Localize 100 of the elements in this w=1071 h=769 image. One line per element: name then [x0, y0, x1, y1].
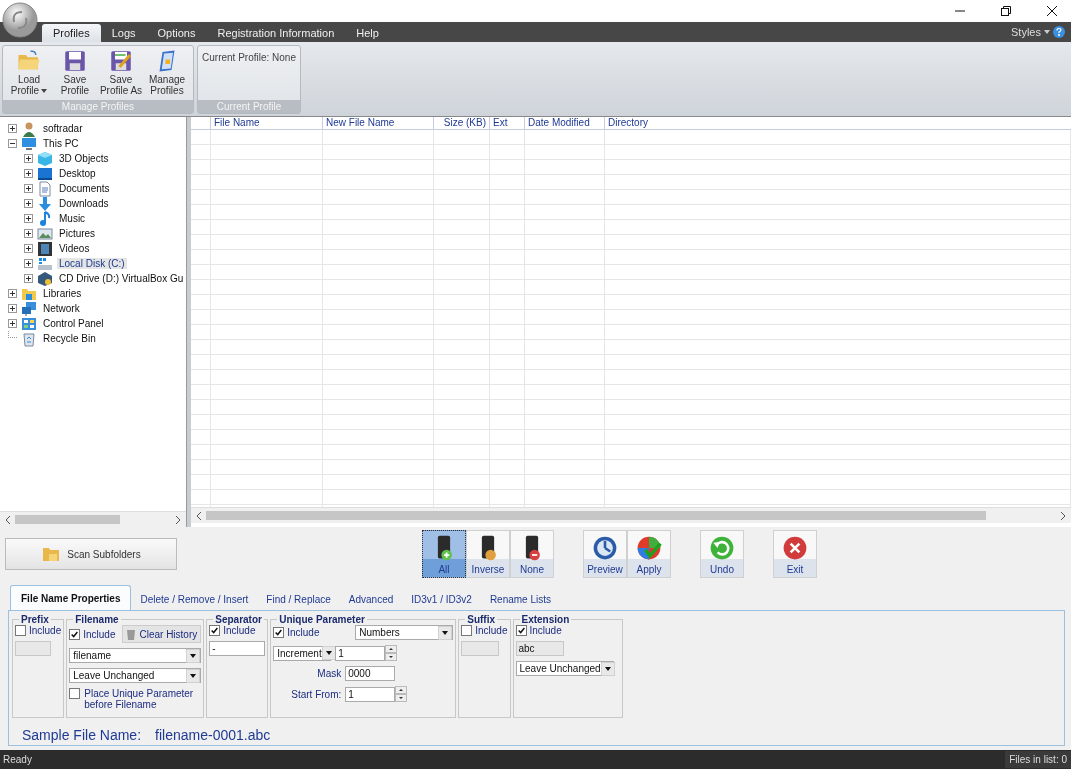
- ribbon-button[interactable]: Save Profile As: [98, 48, 144, 100]
- tree-item[interactable]: This PC: [41, 138, 81, 149]
- collapse-icon[interactable]: [8, 139, 17, 148]
- tab[interactable]: Delete / Remove / Insert: [131, 588, 258, 610]
- app-menu-button[interactable]: [2, 2, 38, 38]
- expand-icon[interactable]: [8, 304, 17, 313]
- expand-icon[interactable]: [24, 274, 33, 283]
- column-header[interactable]: New File Name: [323, 117, 434, 129]
- caret-icon: [438, 625, 453, 640]
- expand-icon[interactable]: [24, 244, 33, 253]
- scroll-right-icon[interactable]: [1059, 511, 1067, 520]
- tab[interactable]: File Name Properties: [10, 585, 132, 610]
- ribbon-tab[interactable]: Registration Information: [206, 24, 346, 42]
- expand-icon[interactable]: [24, 154, 33, 163]
- toolbar-button[interactable]: Preview: [583, 530, 627, 578]
- toolbar-button[interactable]: All: [422, 530, 466, 578]
- spin-field[interactable]: 1: [345, 686, 396, 702]
- tree-item[interactable]: CD Drive (D:) VirtualBox Gu: [57, 273, 186, 284]
- mask-field[interactable]: 0000: [345, 666, 396, 681]
- scan-subfolders-button[interactable]: Scan Subfolders: [5, 538, 177, 570]
- column-header[interactable]: File Name: [211, 117, 323, 129]
- expand-icon[interactable]: [8, 124, 17, 133]
- computer-icon: [21, 135, 37, 152]
- checkbox[interactable]: [461, 625, 473, 636]
- ribbon-tab[interactable]: Help: [345, 24, 390, 42]
- ribbon-button[interactable]: Load Profile: [6, 48, 52, 100]
- tab[interactable]: Find / Replace: [257, 588, 340, 610]
- toolbar-button[interactable]: Inverse: [466, 530, 510, 578]
- tree-item[interactable]: softradar: [41, 123, 85, 134]
- checkbox[interactable]: [69, 688, 81, 699]
- tab[interactable]: Rename Lists: [480, 588, 560, 610]
- dropdown[interactable]: Leave Unchanged: [69, 668, 202, 683]
- group-title: Separator: [214, 614, 263, 625]
- tab[interactable]: Advanced: [339, 588, 403, 610]
- close-icon[interactable]: [1047, 6, 1057, 16]
- dropdown[interactable]: Numbers: [355, 625, 454, 640]
- checkbox[interactable]: [15, 625, 26, 636]
- control-panel-icon: [21, 315, 37, 332]
- sample-file-name: filename-0001.abc: [155, 727, 271, 743]
- expand-icon[interactable]: [24, 229, 33, 238]
- checkbox[interactable]: [69, 628, 81, 640]
- close-icon: [781, 534, 809, 562]
- tree-item[interactable]: Videos: [57, 243, 92, 254]
- column-header[interactable]: Date Modified: [525, 117, 605, 129]
- include-label: Include: [529, 625, 562, 636]
- expand-icon[interactable]: [8, 289, 17, 298]
- tree-item[interactable]: Pictures: [57, 228, 98, 239]
- tree-item[interactable]: Desktop: [57, 168, 98, 179]
- column-header[interactable]: Directory: [605, 117, 1071, 129]
- file-count: Files in list: 0: [1005, 751, 1071, 768]
- expand-icon[interactable]: [24, 259, 33, 268]
- tree-item[interactable]: Libraries: [41, 288, 84, 299]
- dropdown[interactable]: filename: [69, 648, 202, 663]
- caret-icon: [321, 646, 336, 660]
- toolbar-button[interactable]: Exit: [773, 530, 817, 578]
- scroll-right-icon[interactable]: [174, 515, 182, 524]
- expand-icon[interactable]: [24, 169, 33, 178]
- tree-item[interactable]: 3D Objects: [57, 153, 111, 164]
- expand-icon[interactable]: [24, 184, 33, 193]
- caret-icon: [41, 89, 48, 94]
- column-header[interactable]: Size (KB): [434, 117, 490, 129]
- tree-item[interactable]: Local Disk (C:): [57, 258, 127, 269]
- dropdown[interactable]: Increment: [273, 645, 332, 661]
- spin-buttons-icon[interactable]: [385, 645, 398, 661]
- ribbon-button[interactable]: Manage Profiles: [144, 48, 190, 100]
- expand-icon[interactable]: [8, 319, 17, 328]
- recycle-bin-icon: [21, 330, 37, 347]
- tree-item[interactable]: Downloads: [57, 198, 111, 209]
- tree-item[interactable]: Documents: [57, 183, 112, 194]
- horizontal-scrollbar[interactable]: [0, 511, 186, 527]
- ribbon-button[interactable]: Save Profile: [52, 48, 98, 100]
- checkbox[interactable]: [273, 627, 285, 638]
- toolbar-button[interactable]: None: [510, 530, 554, 578]
- spin-buttons-icon[interactable]: [395, 686, 408, 702]
- scroll-left-icon[interactable]: [195, 511, 203, 520]
- checkbox[interactable]: [209, 625, 221, 636]
- tree-item[interactable]: Network: [41, 303, 82, 314]
- scroll-left-icon[interactable]: [4, 515, 12, 524]
- tree-item[interactable]: Music: [57, 213, 88, 224]
- tree-item[interactable]: Recycle Bin: [41, 333, 98, 344]
- toolbar-button[interactable]: Apply: [627, 530, 671, 578]
- restore-icon[interactable]: [1001, 6, 1011, 16]
- styles-menu[interactable]: Styles: [1011, 26, 1050, 38]
- separator-field[interactable]: -: [209, 641, 266, 656]
- help-icon[interactable]: [1053, 26, 1065, 38]
- expand-icon[interactable]: [24, 199, 33, 208]
- ribbon-tab[interactable]: Options: [146, 24, 207, 42]
- tree-item[interactable]: Control Panel: [41, 318, 106, 329]
- group-title: Suffix: [466, 614, 497, 625]
- tree-line: [8, 331, 17, 338]
- clear-history-button[interactable]: Clear History: [122, 625, 202, 643]
- ribbon-tab[interactable]: Profiles: [42, 24, 101, 42]
- horizontal-scrollbar[interactable]: [191, 507, 1071, 523]
- tab[interactable]: ID3v1 / ID3v2: [402, 588, 481, 610]
- toolbar-button[interactable]: Undo: [700, 530, 744, 578]
- expand-icon[interactable]: [24, 214, 33, 223]
- network-icon: [21, 300, 37, 317]
- spin-field[interactable]: 1: [335, 645, 386, 661]
- ribbon-tab[interactable]: Logs: [100, 24, 147, 42]
- column-header[interactable]: Ext: [490, 117, 525, 129]
